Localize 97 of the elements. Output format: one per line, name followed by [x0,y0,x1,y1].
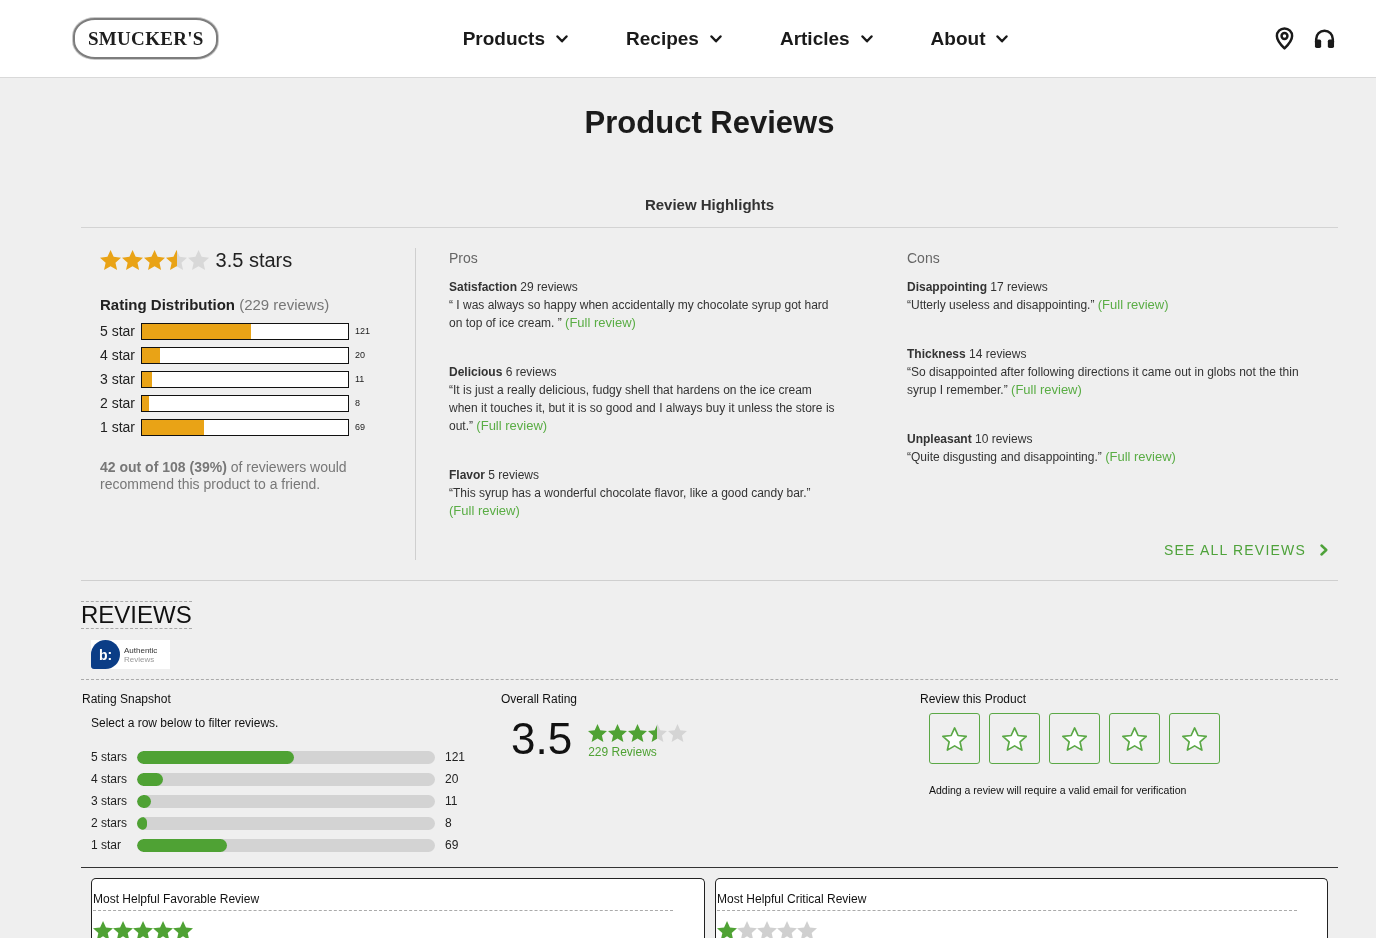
star-icon [757,921,778,938]
chevron-right-icon [1320,544,1328,556]
review-excerpt: “ I was always so happy when accidentally my chocolate syrup got hard on top of ice cream. ” (Full review) [449,297,830,332]
star-label: 2 star [100,394,136,412]
star-icon [588,724,608,742]
star-icon [122,250,144,270]
review-excerpt: “It is just a really delicious, fudgy shell that hardens on the ice cream when it touches it, but it is so good and I always buy it unless the store is out.” (Full review) [449,382,836,435]
section-heading: Review Highlights [643,195,776,215]
block-title: Review this Product [920,691,1028,707]
section-heading: REVIEWS [81,601,192,629]
rating-count: 11 [355,373,365,385]
star-icon [153,921,174,938]
star-label[interactable]: 1 star [91,837,137,853]
star-outline-icon [1121,726,1148,751]
rating-count: 8 [355,397,360,409]
star-icon [777,921,798,938]
con-topic: Disappointing 17 reviews [907,279,1049,296]
card-title: Most Helpful Favorable Review [93,891,261,907]
chevron-down-icon [860,34,873,43]
review-excerpt: “So disappointed after following directions it came out in globs not the thin syrup I remember.” (Full review) [907,364,1300,399]
star-label[interactable]: 2 stars [91,815,137,831]
chevron-down-icon [556,34,569,43]
nav-link[interactable]: About [930,26,1009,51]
rating-count: 20 [355,349,365,361]
chevron-down-icon [996,34,1009,43]
rating-count: 8 [445,815,452,831]
review-excerpt: “This syrup has a wonderful chocolate flavor, like a good candy bar.” (Full review) [449,485,812,520]
star-outline-icon [1181,726,1208,751]
star-icon [797,921,818,938]
block-title: Overall Rating [501,691,579,707]
rate-star-button[interactable] [929,713,980,764]
star-icon [100,250,122,270]
rating-count: 11 [445,793,458,809]
star-icon [717,921,738,938]
block-title: Rating Snapshot [82,691,172,707]
rate-star-button[interactable] [1109,713,1160,764]
star-icon [608,724,628,742]
star-icon [628,724,648,742]
review-excerpt: “Utterly useless and disappointing.” (Full review) [907,296,1170,314]
nav-link[interactable]: Articles [779,26,873,51]
con-topic: Thickness 14 reviews [907,346,1028,363]
rating-bar-track[interactable] [137,750,435,764]
rate-star-button[interactable] [1169,713,1220,764]
nav-link[interactable]: Recipes [626,26,722,51]
star-outline-icon [941,726,968,751]
star-label: 3 star [100,370,136,388]
rating-text: 3.5 stars [215,248,293,272]
page-title: Product Reviews [583,105,836,141]
rate-star-button[interactable] [989,713,1040,764]
star-icon [133,921,154,938]
rating-count: 20 [445,771,459,787]
star-icon [668,724,688,742]
filter-hint: Select a row below to filter reviews. [90,715,280,731]
star-icon [737,921,758,938]
star-label[interactable]: 4 stars [91,771,137,787]
star-outline-icon [1001,726,1028,751]
recommend-text: 42 out of 108 (39%) of reviewers would recommend this product to a friend. [100,459,348,493]
brand-logo[interactable]: SMUCKER'S [73,18,218,59]
location-pin-icon[interactable] [1275,27,1294,50]
rating-count: 121 [355,325,371,337]
star-label: 4 star [100,346,136,364]
star-label: 5 star [100,322,136,340]
nav-link[interactable]: Products [462,26,569,51]
star-icon [144,250,166,270]
star-label: 1 star [100,418,136,436]
card-title: Most Helpful Critical Review [717,891,868,907]
star-icon [113,921,134,938]
star-icon [173,921,194,938]
star-label[interactable]: 5 stars [91,749,137,765]
overall-score: 3.5 [511,717,573,761]
star-outline-icon [1061,726,1088,751]
rating-count: 69 [445,837,459,853]
rating-count: 121 [445,749,466,765]
verification-note: Adding a review will require a valid email for verification [928,783,1188,798]
star-label[interactable]: 3 stars [91,793,137,809]
star-icon [93,921,114,938]
badge-title: Authentic [124,645,158,655]
rating-bar-track[interactable] [137,794,435,808]
review-excerpt: “Quite disgusting and disappointing.” (Full review) [907,448,1177,466]
star-icon [166,250,188,270]
column-heading: Pros [449,249,479,268]
badge-subtitle: Reviews [124,654,156,664]
chevron-down-icon [709,34,722,43]
rating-count: 69 [355,421,365,433]
headset-icon[interactable] [1313,28,1336,49]
brand-mark: b: [91,640,120,669]
rating-bar-track[interactable] [137,772,435,786]
distribution-heading: Rating Distribution (229 reviews) [100,295,331,315]
rate-star-button[interactable] [1049,713,1100,764]
pro-topic: Flavor 5 reviews [449,467,541,484]
pro-topic: Satisfaction 29 reviews [449,279,579,296]
pro-topic: Delicious 6 reviews [449,364,558,381]
star-icon [648,724,668,742]
rating-bar-track[interactable] [137,816,435,830]
rating-bar-track[interactable] [137,838,435,852]
column-heading: Cons [907,249,941,268]
con-topic: Unpleasant 10 reviews [907,431,1034,448]
